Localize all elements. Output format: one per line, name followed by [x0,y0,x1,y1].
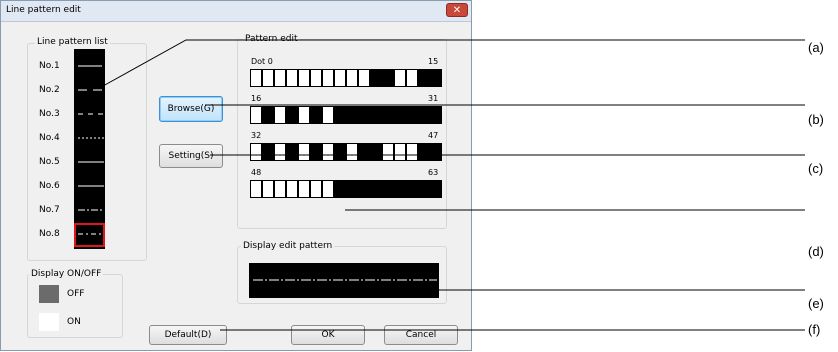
callout-lines [102,39,805,331]
callout-line-a [102,39,805,87]
